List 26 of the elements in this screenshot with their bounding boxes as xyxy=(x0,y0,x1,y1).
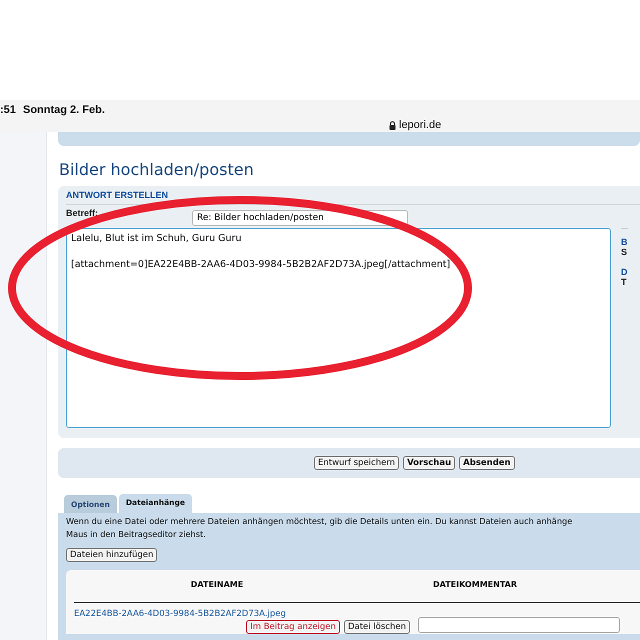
subject-label: Betreff: xyxy=(66,208,100,218)
comment-field[interactable] xyxy=(418,617,620,633)
side-value: S xyxy=(621,247,628,257)
message-textarea[interactable]: Lalelu, Blut ist im Schuh, Guru Guru [attachment=0]EA22E4BB-2AA6-4D03-9984-5B2B2AF2D73A.jpeg[/attachment] xyxy=(66,228,611,428)
insert-button[interactable]: Im Beitrag anzeigen xyxy=(246,620,340,634)
submit-button[interactable]: Vorschau xyxy=(403,456,456,470)
submit-button[interactable]: Absenden xyxy=(459,456,515,470)
column-header: DATEINAME xyxy=(190,580,244,591)
page-title: Bilder hochladen/posten xyxy=(59,160,255,179)
panel-heading: ANTWORT ERSTELLEN xyxy=(66,190,640,205)
info-text: Wenn du eine Datei oder mehrere Dateien anhängen möchtest, gib die Details unten ein. Du kannst Dateien auch anhänge xyxy=(66,515,574,528)
add-files-button[interactable]: Dateien hinzufügen xyxy=(66,548,158,562)
info-text: Maus in den Beitragseditor ziehst. xyxy=(66,528,207,541)
side-label: D xyxy=(621,267,628,277)
delete-button[interactable]: Datei löschen xyxy=(344,620,410,634)
date-text: Sonntag 2. Feb. xyxy=(23,104,105,116)
lock-icon xyxy=(389,120,396,130)
column-header: DATEIKOMMENTAR xyxy=(432,580,518,591)
file-link[interactable]: EA22E4BB-2AA6-4D03-9984-5B2B2AF2D73A.jpeg xyxy=(74,609,410,619)
message-text: [attachment=0]EA22E4BB-2AA6-4D03-9984-5B2B2AF2D73A.jpeg[/attachment] xyxy=(71,259,452,272)
side-value: T xyxy=(621,277,628,287)
submit-button[interactable]: Entwurf speichern xyxy=(314,456,400,470)
url-text: lepori.de xyxy=(389,119,442,131)
clock-time: :51 xyxy=(0,104,16,116)
message-text: Lalelu, Blut ist im Schuh, Guru Guru xyxy=(71,233,242,246)
side-label: B xyxy=(621,237,628,247)
